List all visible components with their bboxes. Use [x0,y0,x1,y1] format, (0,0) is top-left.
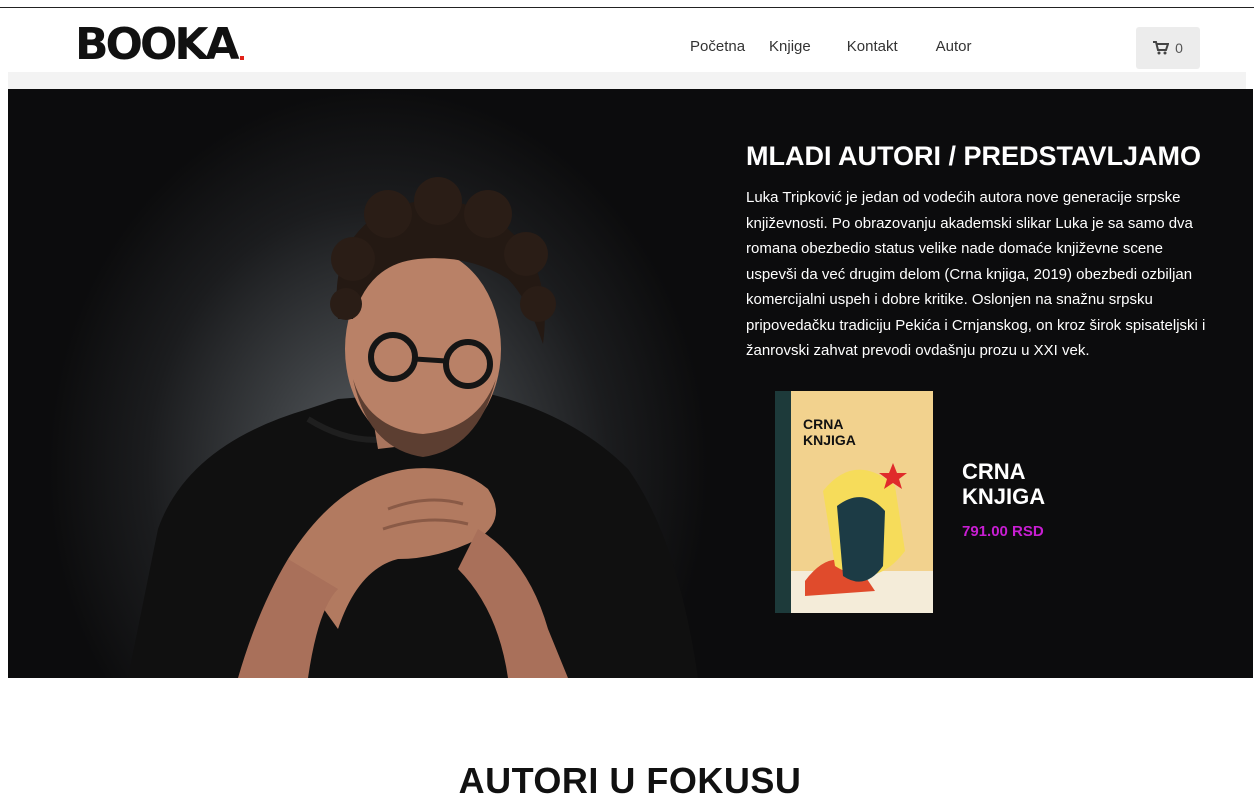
hero-banner [8,89,1253,678]
nav-link-knjige[interactable]: Knjige [769,38,811,55]
book-price: 791.00 RSD [962,523,1044,540]
logo-dot [239,56,244,60]
hero-description: Luka Tripković je jedan od vodećih autor… [746,189,1206,359]
logo[interactable]: BOOKA [75,20,244,70]
book-cover-image[interactable]: CRNA KNJIGA [775,391,933,613]
header-strip [8,72,1246,89]
section-title: AUTORI U FOKUSU [458,759,802,801]
cart-icon [1153,41,1170,55]
cart-button[interactable]: 0 [1136,27,1200,69]
book-cover-title-1: CRNA [803,416,843,432]
book-title-line-2: KNJIGA [962,484,1046,509]
hero-title: MLADI AUTORI / PREDSTAVLJAMO [746,141,1202,172]
cart-count: 0 [1175,40,1183,56]
nav-link-autor[interactable]: Autor [936,38,972,55]
book-title[interactable]: CRNA KNJIGA [962,459,1045,509]
nav-link-pocetna[interactable]: Početna [690,38,745,55]
book-title-line-1: CRNA [962,459,1026,484]
author-photo [128,177,698,678]
nav-link-kontakt[interactable]: Kontakt [847,38,898,55]
logo-text: BOOKA [75,19,239,70]
book-cover-title-2: KNJIGA [803,432,856,448]
main-nav: Početna Knjige Kontakt Autor [690,38,971,55]
